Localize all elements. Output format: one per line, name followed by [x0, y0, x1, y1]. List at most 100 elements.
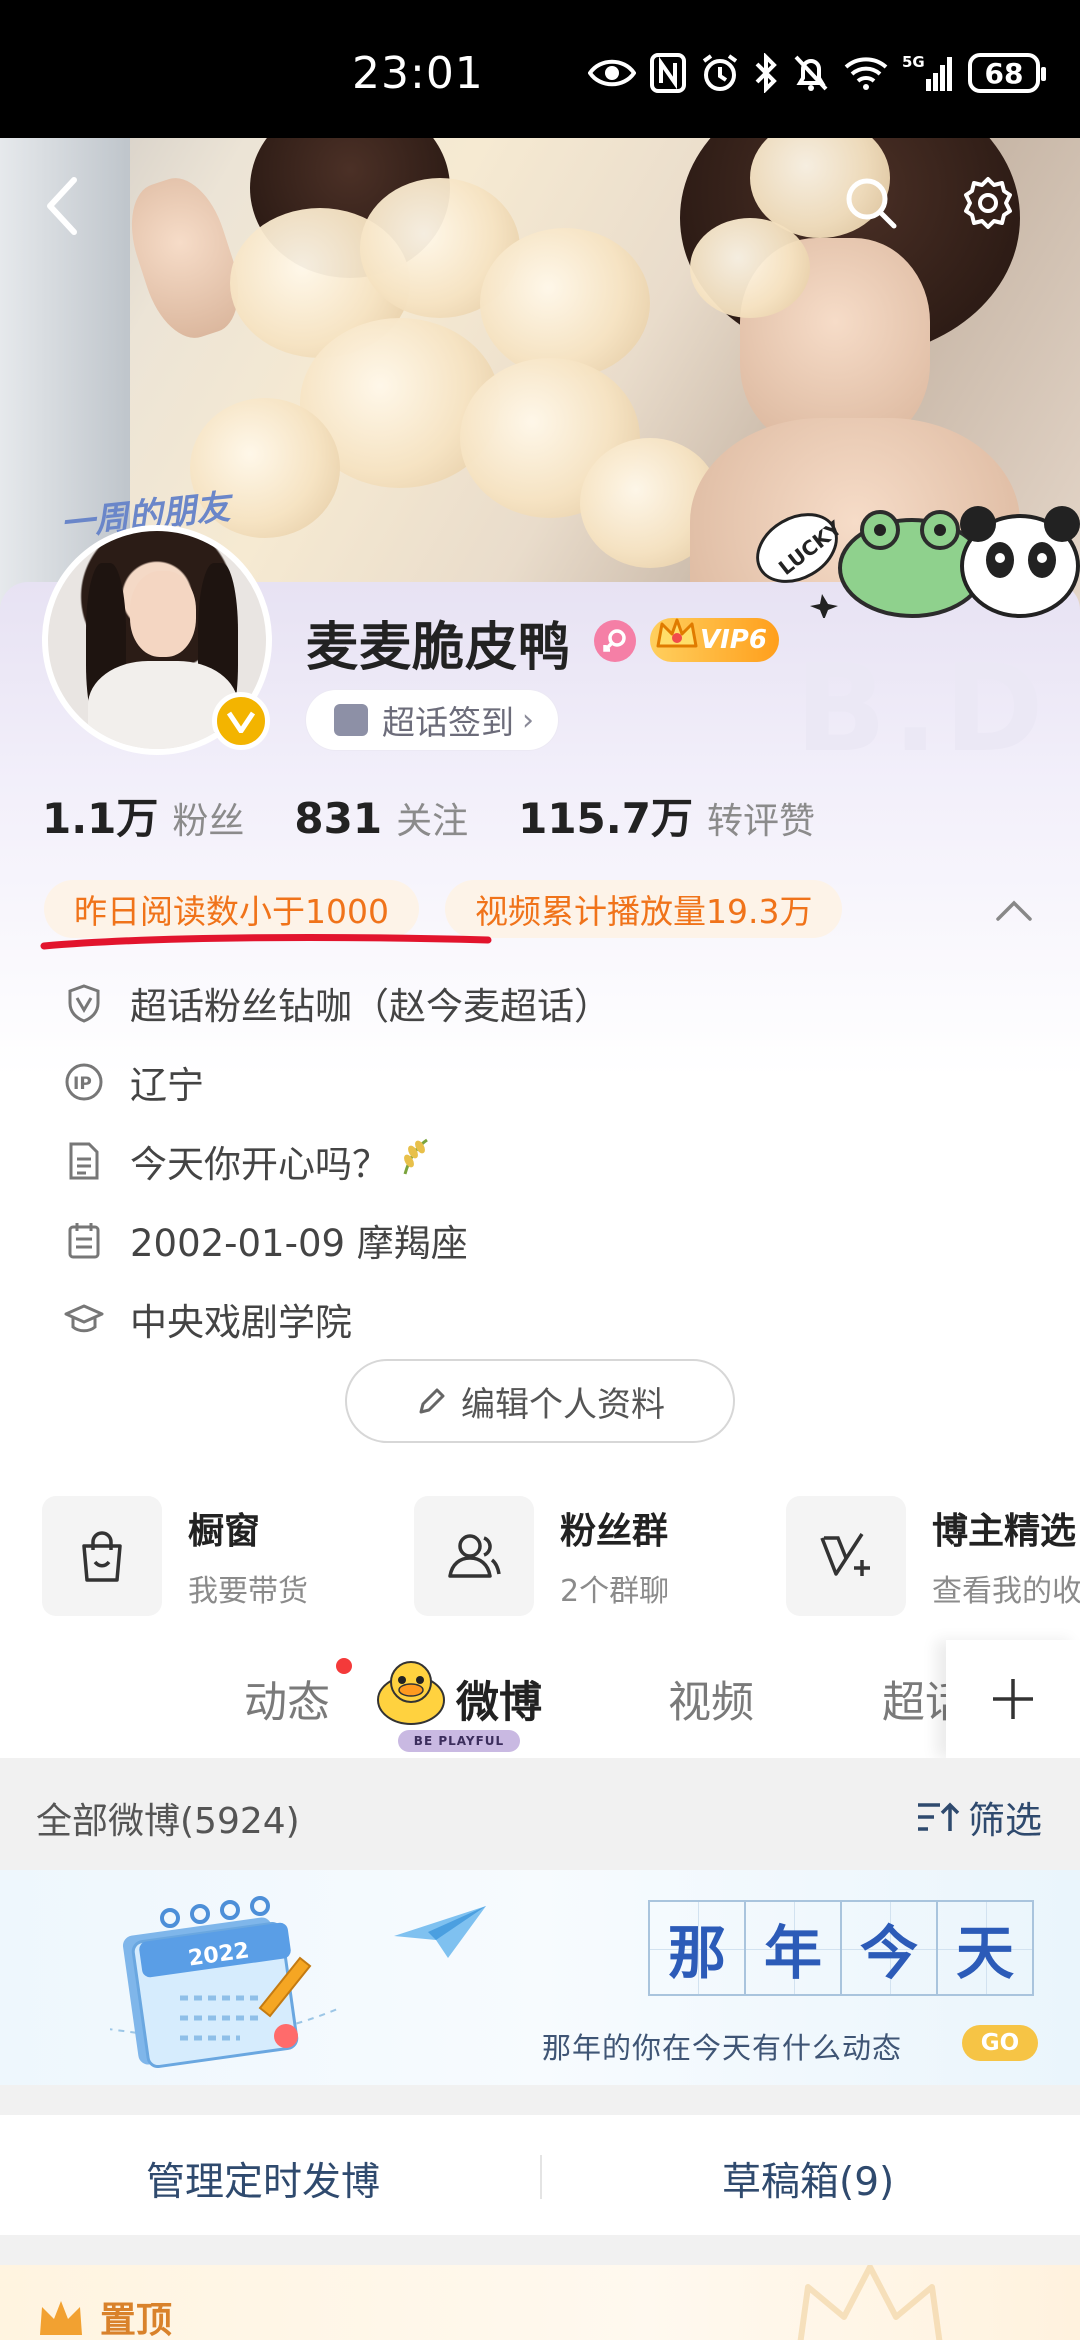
feature-subtitle: 我要带货 — [188, 1574, 308, 1609]
feature-title: 粉丝群 — [560, 1511, 669, 1552]
feature-title: 橱窗 — [188, 1511, 261, 1552]
check-plus-icon — [786, 1496, 906, 1616]
pinned-post-header: 置顶 — [0, 2265, 1080, 2340]
profile-tags: 昨日阅读数小于1000 视频累计播放量19.3万 — [44, 880, 843, 938]
chevron-up-icon[interactable] — [994, 895, 1034, 925]
info-text: 中央戏剧学院 — [130, 1300, 352, 1344]
username: 麦麦脆皮鸭 — [306, 618, 572, 678]
post-actions-bar: 管理定时发博 草稿箱(9) — [0, 2115, 1080, 2235]
status-icons: 5G 68 — [588, 48, 1046, 98]
action-divider — [540, 2155, 542, 2199]
info-row-super-topic[interactable]: 超话粉丝钻咖（赵今麦超话） — [62, 963, 611, 1042]
interactions-count[interactable]: 115.7万 — [518, 785, 693, 846]
info-text: 辽宁 — [130, 1063, 204, 1107]
calendar-illustration-icon: 2022 — [110, 1896, 340, 2068]
followers-label[interactable]: 粉丝 — [172, 792, 244, 844]
lucky-sticker-icon: LUCKY — [756, 506, 1080, 618]
section-divider — [0, 2235, 1080, 2265]
tab-super-topic[interactable]: 超话 — [882, 1668, 946, 1730]
status-bar: 23:01 5G 68 — [0, 0, 1080, 138]
edit-profile-button[interactable]: 编辑个人资料 — [345, 1359, 735, 1443]
tab-activity[interactable]: 动态 — [244, 1668, 330, 1730]
video-plays-tag[interactable]: 视频累计播放量19.3万 — [444, 880, 843, 938]
be-playful-badge: BE PLAYFUL — [398, 1730, 520, 1752]
search-icon — [846, 178, 897, 229]
super-topic-checkin-button[interactable]: 超话签到 › — [306, 690, 558, 750]
following-label[interactable]: 关注 — [396, 792, 468, 844]
banner-subtitle: 那年的你在今天有什么动态 — [542, 2031, 903, 2065]
group-icon — [414, 1496, 534, 1616]
interactions-label[interactable]: 转评赞 — [707, 792, 815, 844]
feed-header: 全部微博(5924) 筛选 — [0, 1758, 1080, 1870]
drafts-button[interactable]: 草稿箱(9) — [722, 2151, 894, 2207]
feature-cards: 橱窗我要带货 粉丝群 2个群聊 博主精选查看我的收 — [42, 1496, 1080, 1616]
banner-title: 那 年 今 天 — [648, 1900, 1034, 1996]
wifi-icon — [844, 57, 888, 90]
rice-emoji-icon — [399, 1136, 433, 1185]
reads-tag[interactable]: 昨日阅读数小于1000 — [44, 880, 419, 938]
info-row-bio: 今天你开心吗？ — [62, 1121, 611, 1200]
tab-weibo[interactable]: 微博 — [456, 1668, 542, 1730]
edit-profile-label: 编辑个人资料 — [461, 1384, 665, 1425]
all-posts-count[interactable]: 全部微博(5924) — [36, 1792, 300, 1844]
nfc-icon — [650, 53, 686, 93]
pencil-icon — [419, 1388, 445, 1414]
svg-text:5G: 5G — [902, 53, 925, 71]
document-icon — [62, 1139, 106, 1183]
crown-icon — [40, 2301, 82, 2335]
feature-subtitle: 2个群聊 — [560, 1574, 670, 1609]
on-this-day-banner[interactable]: 2022 那 年 今 天 那年的你在今天有什么动态 GO — [0, 1870, 1080, 2085]
profile-info-list: 超话粉丝钻咖（赵今麦超话） IP 辽宁 今天你开心吗？ 2002-01-09 摩… — [62, 963, 611, 1358]
feature-fan-group[interactable]: 粉丝群 2个群聊 — [414, 1496, 786, 1616]
info-row-birthday: 2002-01-09 摩羯座 — [62, 1200, 611, 1279]
checkin-label: 超话签到 — [382, 703, 514, 742]
verified-badge-icon — [212, 692, 270, 750]
profile-stats: 1.1万 粉丝 831 关注 115.7万 转评赞 — [42, 785, 865, 846]
shield-v-icon — [62, 981, 106, 1025]
search-button[interactable] — [843, 175, 899, 231]
banner-go-button[interactable]: GO — [962, 2025, 1038, 2061]
watermark-decoration: B.D — [795, 640, 1050, 779]
graduation-cap-icon — [62, 1297, 106, 1341]
bluetooth-icon — [755, 53, 777, 93]
back-arrow-icon — [47, 177, 77, 235]
info-row-ip: IP 辽宁 — [62, 1042, 611, 1121]
feature-title: 博主精选 — [932, 1511, 1077, 1552]
notification-dot — [336, 1658, 352, 1674]
add-tab-button[interactable] — [946, 1640, 1080, 1758]
following-count[interactable]: 831 — [294, 794, 382, 843]
info-text: 2002-01-09 摩羯座 — [130, 1221, 468, 1265]
vip-badge[interactable]: VIP6 — [650, 618, 779, 662]
duck-icon — [377, 1661, 445, 1725]
info-row-school: 中央戏剧学院 — [62, 1279, 611, 1358]
crown-decoration-icon — [797, 2265, 943, 2340]
feature-showcase[interactable]: 橱窗 我要带货 — [42, 1496, 414, 1616]
banner-title-char: 天 — [936, 1900, 1034, 1996]
profile-tabs: 动态 微博 视频 超话 — [0, 1640, 1080, 1758]
gear-icon — [964, 177, 1012, 229]
alarm-icon — [702, 54, 738, 91]
filter-button[interactable]: 筛选 — [916, 1790, 1042, 1844]
signal-icon: 5G — [902, 53, 952, 91]
section-divider — [0, 2085, 1080, 2115]
status-time: 23:01 — [352, 48, 484, 99]
female-gender-icon — [594, 620, 636, 662]
banner-title-char: 今 — [840, 1900, 938, 1996]
mute-icon — [794, 55, 828, 91]
plus-icon — [993, 1679, 1033, 1719]
pinned-label: 置顶 — [100, 2300, 173, 2340]
red-underline-annotation — [40, 934, 492, 950]
scheduled-posts-button[interactable]: 管理定时发博 — [146, 2151, 380, 2207]
ip-icon: IP — [62, 1060, 106, 1104]
banner-title-char: 年 — [744, 1900, 842, 1996]
banner-title-char: 那 — [648, 1900, 746, 1996]
feature-picks[interactable]: 博主精选 查看我的收 — [786, 1496, 1080, 1616]
calendar-check-icon — [334, 704, 368, 736]
paper-plane-icon — [394, 1906, 486, 1958]
tab-video[interactable]: 视频 — [668, 1668, 754, 1730]
feature-subtitle: 查看我的收 — [932, 1574, 1080, 1609]
back-button[interactable] — [38, 170, 86, 242]
settings-button[interactable] — [960, 175, 1016, 231]
svg-text:IP: IP — [73, 1074, 92, 1094]
followers-count[interactable]: 1.1万 — [42, 785, 158, 846]
